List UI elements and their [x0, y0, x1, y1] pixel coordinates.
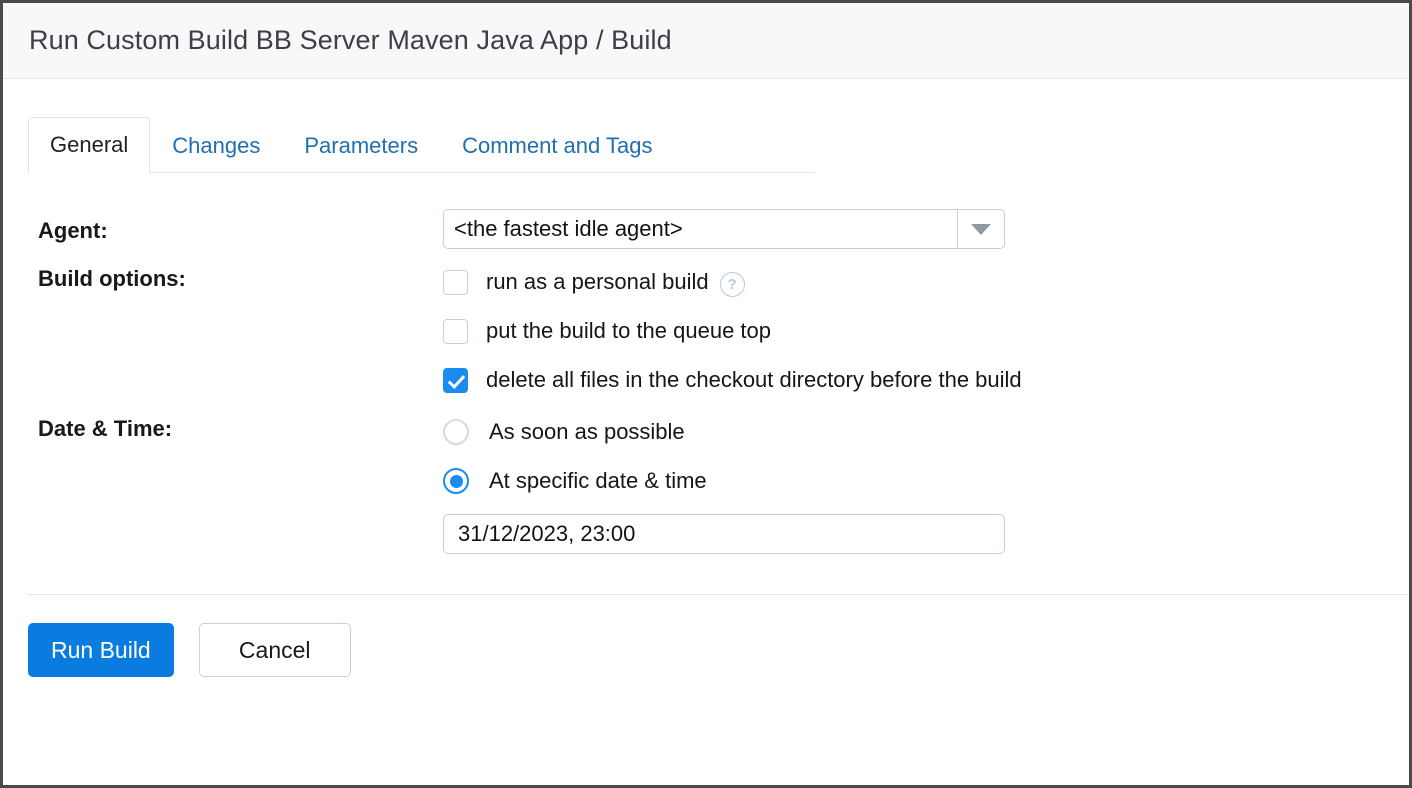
date-time-row: Date & Time: As soon as possible At spec…	[3, 416, 1409, 555]
date-time-input[interactable]: 31/12/2023, 23:00	[443, 514, 1005, 555]
checkbox-put-build-to-queue-top[interactable]	[443, 318, 468, 344]
option-at-specific-date-time: At specific date & time	[443, 465, 1409, 497]
dialog-title: Run Custom Build BB Server Maven Java Ap…	[29, 25, 672, 55]
tab-changes[interactable]: Changes	[150, 118, 282, 173]
option-as-soon-as-possible: As soon as possible	[443, 416, 1409, 448]
checkbox-delete-all-files[interactable]	[443, 367, 468, 393]
chevron-down-icon	[971, 223, 991, 235]
build-options-row: Build options: run as a personal build ?…	[3, 266, 1409, 396]
radio-at-specific-date-time[interactable]	[443, 468, 469, 495]
tab-bar-wrapper: General Changes Parameters Comment and T…	[3, 79, 1409, 175]
agent-row: Agent: <the fastest idle agent>	[3, 209, 1409, 250]
agent-select-value: <the fastest idle agent>	[454, 216, 683, 242]
build-options-field: run as a personal build ? put the build …	[443, 266, 1409, 396]
cancel-button[interactable]: Cancel	[198, 623, 351, 678]
run-build-button[interactable]: Run Build	[28, 623, 174, 678]
checkbox-run-as-personal-build[interactable]	[443, 269, 468, 295]
run-custom-build-dialog: Run Custom Build BB Server Maven Java Ap…	[0, 0, 1412, 788]
tab-parameters[interactable]: Parameters	[282, 118, 440, 173]
label-as-soon-as-possible: As soon as possible	[489, 419, 685, 445]
question-mark-icon[interactable]: ?	[719, 271, 745, 297]
dialog-footer: Run Build Cancel	[3, 595, 1409, 678]
agent-select[interactable]: <the fastest idle agent>	[443, 209, 1005, 250]
agent-field: <the fastest idle agent>	[443, 209, 1409, 250]
tab-comment-and-tags[interactable]: Comment and Tags	[440, 118, 674, 173]
date-time-label: Date & Time:	[38, 416, 173, 442]
agent-label: Agent:	[38, 218, 108, 244]
option-put-build-to-queue-top: put the build to the queue top	[443, 315, 1409, 347]
label-run-as-personal-build: run as a personal build	[486, 269, 709, 295]
option-run-as-personal-build: run as a personal build ?	[443, 266, 1409, 298]
dialog-header: Run Custom Build BB Server Maven Java Ap…	[3, 3, 1409, 79]
tab-general[interactable]: General	[28, 117, 151, 175]
build-form: Agent: <the fastest idle agent> Build op…	[3, 173, 1409, 555]
label-delete-all-files: delete all files in the checkout directo…	[486, 367, 1022, 393]
radio-as-soon-as-possible[interactable]	[443, 419, 469, 446]
label-at-specific-date-time: At specific date & time	[489, 468, 707, 494]
agent-select-arrow[interactable]	[957, 210, 1004, 249]
date-time-field: As soon as possible At specific date & t…	[443, 416, 1409, 555]
build-options-label: Build options:	[38, 266, 186, 292]
option-delete-all-files: delete all files in the checkout directo…	[443, 364, 1409, 396]
tab-bar: General Changes Parameters Comment and T…	[28, 117, 815, 175]
label-put-build-to-queue-top: put the build to the queue top	[486, 318, 772, 344]
